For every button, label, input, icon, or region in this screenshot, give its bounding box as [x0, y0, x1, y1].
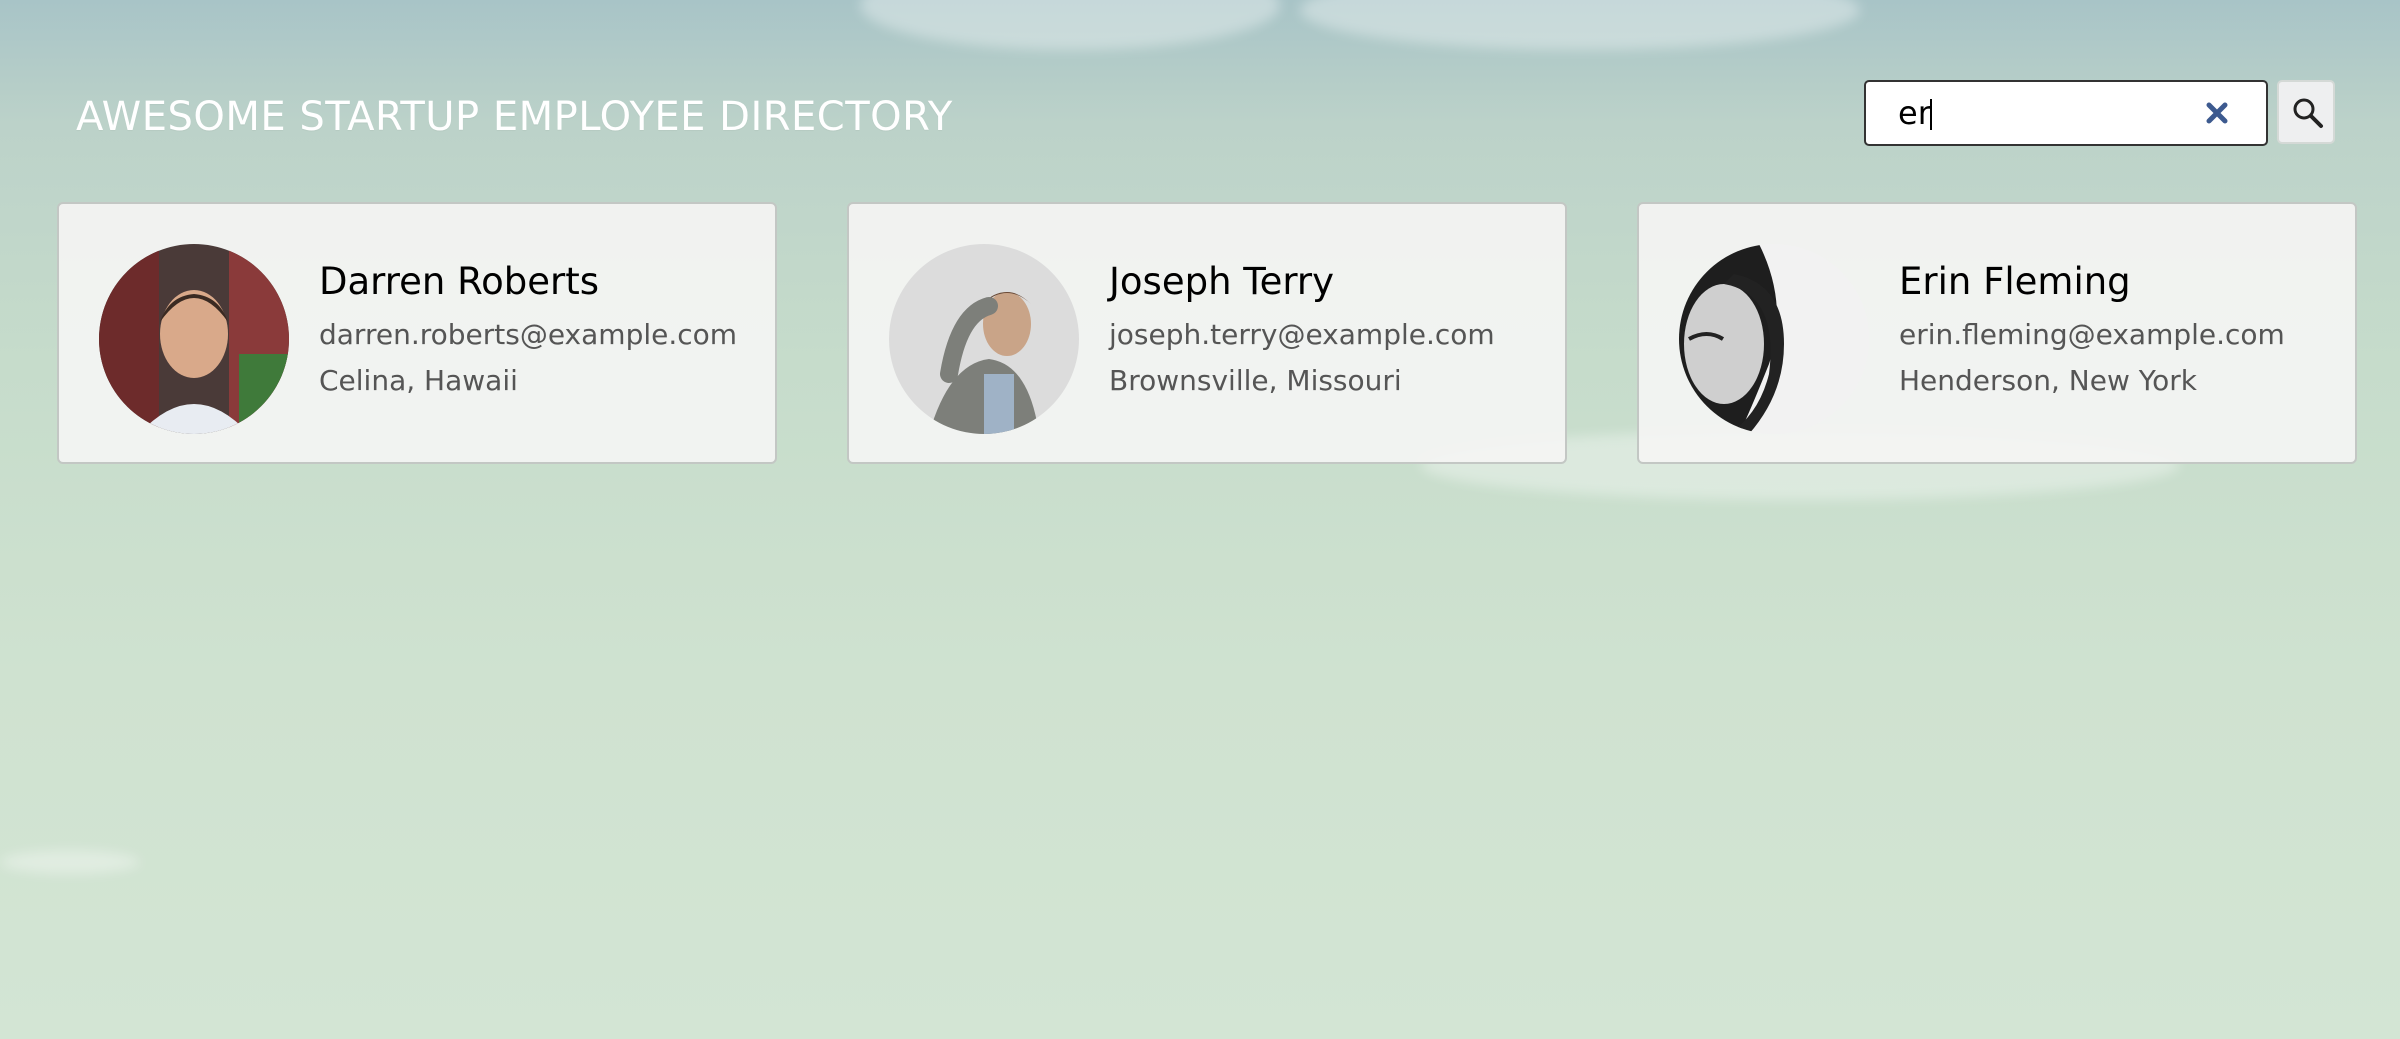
search-input[interactable] — [1866, 82, 2186, 144]
page-title: AWESOME STARTUP EMPLOYEE DIRECTORY — [76, 94, 953, 140]
search-button[interactable] — [2277, 80, 2335, 144]
background-cloud — [860, 0, 1280, 50]
employee-location: Brownsville, Missouri — [1109, 364, 1402, 397]
avatar — [99, 244, 289, 434]
employee-card[interactable]: Darren Roberts darren.roberts@example.co… — [57, 202, 777, 464]
employee-card[interactable]: Joseph Terry joseph.terry@example.com Br… — [847, 202, 1567, 464]
text-cursor — [1930, 99, 1932, 130]
avatar — [1679, 244, 1869, 434]
employee-name: Darren Roberts — [319, 260, 600, 303]
employee-email: erin.fleming@example.com — [1899, 318, 2285, 351]
employee-name: Joseph Terry — [1109, 260, 1335, 303]
avatar — [889, 244, 1079, 434]
employee-email: darren.roberts@example.com — [319, 318, 738, 351]
background-cloud — [1300, 0, 1860, 50]
employee-location: Celina, Hawaii — [319, 364, 518, 397]
background-cloud — [0, 850, 140, 874]
employee-gallery: Darren Roberts darren.roberts@example.co… — [57, 202, 2357, 464]
clear-search-button[interactable] — [2200, 96, 2234, 130]
search-icon — [2293, 98, 2323, 128]
employee-card[interactable]: Erin Fleming erin.fleming@example.com He… — [1637, 202, 2357, 464]
employee-location: Henderson, New York — [1899, 364, 2198, 397]
close-icon — [2206, 102, 2228, 124]
employee-name: Erin Fleming — [1899, 260, 2131, 303]
search-box — [1864, 80, 2268, 146]
employee-email: joseph.terry@example.com — [1109, 318, 1495, 351]
